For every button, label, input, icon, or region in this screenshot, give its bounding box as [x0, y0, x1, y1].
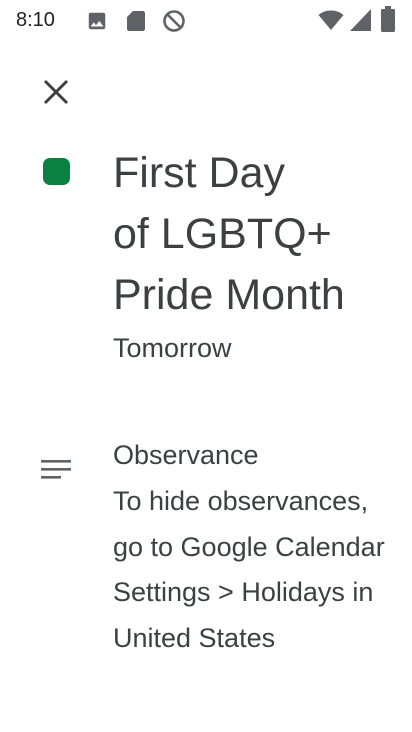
sd-card-icon [127, 11, 145, 31]
status-bar: 8:10 [0, 0, 412, 44]
event-date: Tomorrow [113, 333, 232, 363]
event-description: To hide observances, go to Google Calend… [113, 486, 385, 653]
notes-icon [41, 460, 71, 479]
event-title-line: First Day [113, 149, 285, 197]
event-title-line: Pride Month [113, 271, 345, 319]
close-icon [43, 79, 69, 105]
cellular-signal-icon [350, 9, 371, 31]
event-title: First Day of LGBTQ+ Pride Month [113, 143, 393, 326]
wifi-icon [318, 10, 344, 30]
do-not-disturb-icon [163, 10, 185, 32]
close-button[interactable] [34, 70, 78, 114]
status-time: 8:10 [16, 9, 55, 31]
battery-icon [381, 6, 395, 32]
photo-icon [88, 12, 106, 30]
event-color-indicator [43, 158, 70, 185]
calendar-name: Observance [113, 440, 259, 470]
event-title-line: of LGBTQ+ [113, 210, 332, 258]
